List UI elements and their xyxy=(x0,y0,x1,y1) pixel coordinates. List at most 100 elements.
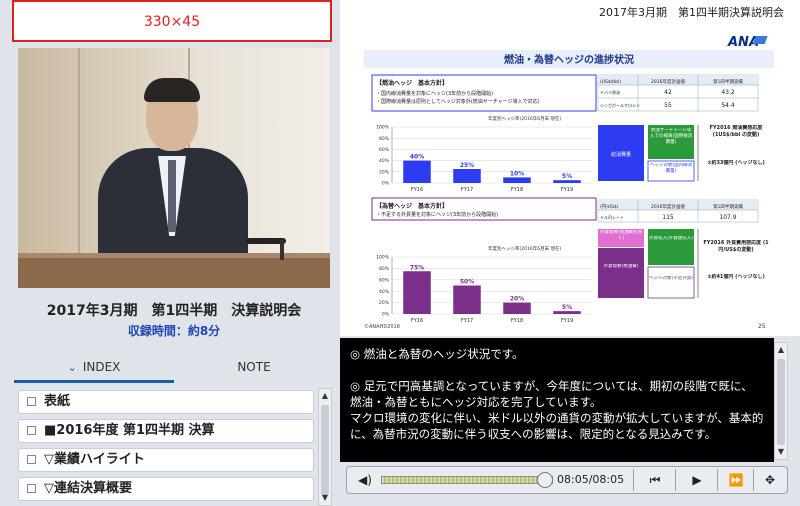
record-time: 収録時間：約8分 xyxy=(127,324,221,338)
y-tick-label: 40% xyxy=(379,158,390,164)
bar xyxy=(453,169,481,183)
fuel-table: (US$/bbl) 2016年度計画値 第1四半期実績 ドバイ原油 42 43.… xyxy=(597,74,759,112)
fullscreen-icon[interactable]: ✥ xyxy=(757,469,783,491)
slide-header: 2017年3月期 第1四半期決算説明会 xyxy=(340,0,800,24)
fx-demand-other-wrap: 外貨需要(燃油費を除く) xyxy=(600,230,642,241)
slide-canvas: 燃油・為替ヘッジの進捗状況 ANA 【燃油ヘッジ 基本方針】 ・国内線消費量を対… xyxy=(364,35,774,330)
tab-note-label: NOTE xyxy=(237,360,271,374)
y-tick-label: 100% xyxy=(376,255,390,261)
table-cell: 54.4 xyxy=(721,102,735,109)
scrollbar-thumb[interactable] xyxy=(321,405,329,495)
wall-panel xyxy=(78,48,80,288)
bar-value-label: 75% xyxy=(410,264,424,271)
bar-value-label: 25% xyxy=(460,162,474,169)
tab-note[interactable]: NOTE xyxy=(174,352,334,380)
bar xyxy=(503,177,531,183)
x-tick-label: FY16 xyxy=(411,187,423,193)
fuel-policy-line: ・国際線消費量は原則としてヘッジ対象外(燃油サーチャージ導入で対応) xyxy=(376,98,540,105)
fast-forward-icon[interactable]: ⏩ xyxy=(721,469,751,491)
y-tick-label: 0% xyxy=(382,181,390,187)
tab-index[interactable]: ⌄ INDEX xyxy=(14,352,174,383)
tab-index-label: INDEX xyxy=(82,360,121,374)
transcript-line: ◎ 足元で円高基調となっていますが、今年度については、期初の段階で既に、燃油・為… xyxy=(350,379,753,409)
divider xyxy=(717,469,718,491)
ad-banner[interactable]: 330×45 xyxy=(12,0,332,42)
fx-chart-caption: 年度別ヘッジ率(2016年6月末 現在) xyxy=(488,245,562,252)
scrollbar-thumb[interactable] xyxy=(777,359,785,445)
fx-sensitivity-title: FY2016 外貨費用感応度 (1円/US$の変動) xyxy=(703,240,769,253)
table-cell: 42 xyxy=(664,89,672,96)
video-player[interactable] xyxy=(18,48,330,288)
index-item-label: ▽連結決算概要 xyxy=(44,481,132,496)
scroll-up-icon[interactable]: ▲ xyxy=(319,389,331,403)
table-header: (US$/bbl) xyxy=(600,79,621,85)
x-tick-label: FY18 xyxy=(511,318,523,324)
speaker-tie xyxy=(168,160,176,232)
fuel-policy-line: ・国内線消費量を対象にヘッジ(3年前から段階開始) xyxy=(376,90,493,97)
tab-bar: ⌄ INDEX NOTE xyxy=(14,352,334,383)
play-icon[interactable]: ▶ xyxy=(679,469,715,491)
skip-back-icon[interactable]: ⏮ xyxy=(637,469,673,491)
bar xyxy=(403,160,431,183)
y-tick-label: 80% xyxy=(379,266,390,272)
x-tick-label: FY16 xyxy=(411,318,423,324)
fx-income-wrap: 外貨収入(外貨建収入) xyxy=(649,236,693,241)
index-item-label: ▽業績ハイライト xyxy=(44,452,145,467)
scroll-up-icon[interactable]: ▲ xyxy=(775,343,787,357)
table-cell: 55 xyxy=(664,102,672,109)
index-item-label: 表紙 xyxy=(44,394,71,409)
transcript-line: ◎ 燃油と為替のヘッジ状況です。 xyxy=(350,347,524,361)
y-tick-label: 100% xyxy=(376,125,390,131)
fx-policy-title: 【為替ヘッジ 基本方針】 xyxy=(376,202,448,210)
fx-sensitivity-wrap: FY2016 外貨費用感応度 (1円/US$の変動) xyxy=(703,240,769,253)
fuel-chart-caption: 年度別ヘッジ率(2016年6月末 現在) xyxy=(488,115,562,122)
microphone-stand xyxy=(280,240,284,260)
bar xyxy=(453,285,481,314)
scroll-down-icon[interactable]: ▼ xyxy=(319,491,331,505)
fx-hedge-target-label: ヘッジ対象(不足外貨) xyxy=(649,276,693,281)
bullet-icon xyxy=(27,426,36,435)
transcript-line: マクロ環境の変化に伴い、米ドル以外の通貨の変動が拡大していますが、基本的に、為替… xyxy=(350,411,764,441)
index-item[interactable]: ▽業績ハイライト xyxy=(18,448,314,472)
fx-sensitivity-value-wrap: ±約41億円 (ヘッジなし) xyxy=(707,274,764,280)
speaker-hair xyxy=(144,78,200,102)
y-tick-label: 20% xyxy=(379,300,390,306)
transcript-scrollbar[interactable]: ▲ ▼ xyxy=(774,342,788,460)
scroll-down-icon[interactable]: ▼ xyxy=(775,445,787,459)
transcript-line xyxy=(350,362,764,378)
index-item[interactable]: 表紙 xyxy=(18,390,314,414)
divider xyxy=(753,469,754,491)
event-title: 2017年3月期 第1四半期 決算説明会 xyxy=(46,303,302,319)
x-tick-label: FY17 xyxy=(461,187,473,193)
bar xyxy=(403,271,431,314)
seek-knob[interactable] xyxy=(537,472,553,488)
index-list: 表紙 ■2016年度 第1四半期 決算 ▽業績ハイライト ▽連結決算概要 xyxy=(14,386,318,506)
table-cell: 115 xyxy=(662,214,674,221)
x-tick-label: FY18 xyxy=(511,187,523,193)
seek-bar[interactable] xyxy=(381,476,553,484)
fx-hedge-chart: 100% 80% 60% 40% 20% 0% 75% FY16 50% FY17 20% FY18 5… xyxy=(376,255,592,324)
y-tick-label: 40% xyxy=(379,289,390,295)
bullet-icon xyxy=(27,397,36,406)
index-scrollbar[interactable]: ▲ ▼ xyxy=(318,388,332,506)
fx-income-label: 外貨収入(外貨建収入) xyxy=(649,236,693,241)
y-tick-label: 60% xyxy=(379,277,390,283)
bar-value-label: 10% xyxy=(510,170,524,177)
volume-icon[interactable]: ◀) xyxy=(353,469,377,491)
fuel-surcharge-label: 燃油サーチャージ収入での補填(国際線消費量) xyxy=(649,128,693,145)
index-item[interactable]: ▽連結決算概要 xyxy=(18,477,314,501)
x-tick-label: FY19 xyxy=(561,318,573,324)
table-cell: 107.9 xyxy=(719,214,736,221)
index-item[interactable]: ■2016年度 第1四半期 決算 xyxy=(18,419,314,443)
bar xyxy=(553,311,581,314)
x-tick-label: FY19 xyxy=(561,187,573,193)
bullet-icon xyxy=(27,455,36,464)
table-cell: ドル円レート xyxy=(600,215,624,220)
table-header: 2016年度計画値 xyxy=(651,203,685,210)
fx-policy-line: ・不足する外貨量を対象にヘッジ(3年前から段階開始) xyxy=(376,211,498,218)
fuel-policy-title: 【燃油ヘッジ 基本方針】 xyxy=(376,79,448,87)
presentation-slide: 燃油・為替ヘッジの進捗状況 ANA 【燃油ヘッジ 基本方針】 ・国内線消費量を対… xyxy=(340,24,800,336)
player-controls: ◀) 08:05/08:05 ⏮ ▶ ⏩ ✥ xyxy=(346,466,788,494)
bar-value-label: 40% xyxy=(410,154,424,161)
bar xyxy=(553,180,581,183)
